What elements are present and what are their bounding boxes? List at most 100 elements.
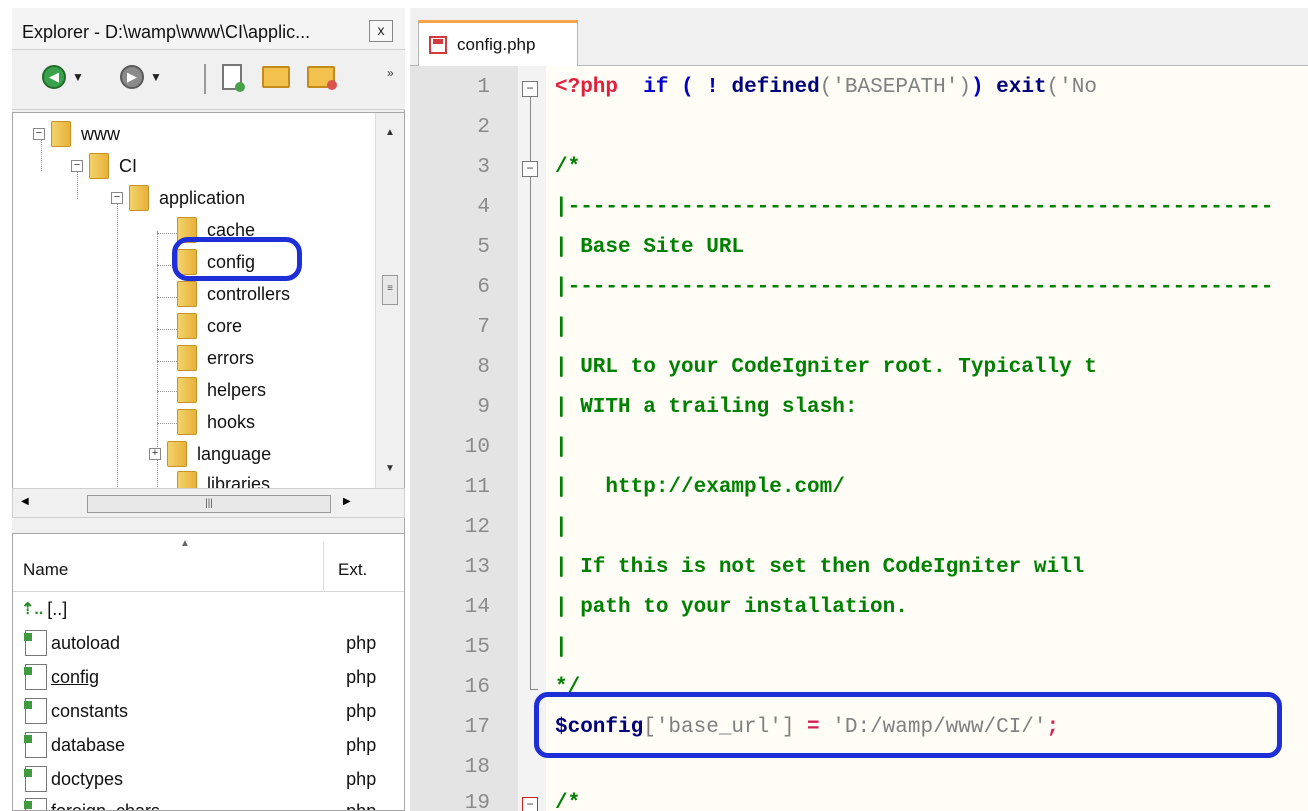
tree-item-controllers[interactable]: controllers (177, 279, 290, 309)
code-line-15: | (555, 636, 568, 659)
folder-icon (129, 185, 149, 211)
function-exit: exit (996, 76, 1047, 99)
back-button[interactable]: ◀ ▼ (42, 62, 84, 92)
tree-item-label: core (207, 315, 243, 336)
tree-item-label: CI (119, 155, 137, 176)
php-file-icon (24, 798, 47, 810)
file-ext: php (346, 700, 377, 721)
tree-item-language[interactable]: + language (149, 439, 271, 469)
folder-open-button[interactable] (307, 62, 337, 92)
column-header-ext[interactable]: Ext. (338, 560, 367, 580)
folder-open-icon (307, 66, 337, 90)
string-arg: ('BASEPATH') (819, 76, 971, 99)
code-line-7: | (555, 316, 568, 339)
expand-icon[interactable]: + (149, 448, 161, 460)
fold-toggle-icon[interactable]: − (522, 81, 538, 97)
code-line-10: | (555, 436, 568, 459)
list-item[interactable]: database php (13, 728, 404, 762)
line-number: 1 (477, 76, 490, 99)
code-line-11: | http://example.com/ (555, 476, 845, 499)
php-file-icon (24, 630, 47, 656)
code-line-3: /* (555, 156, 581, 179)
list-item[interactable]: config php (13, 660, 404, 694)
new-folder-button[interactable] (262, 62, 290, 92)
file-ext: php (346, 800, 377, 811)
paren: ( ! (681, 76, 719, 99)
tree-item-label: hooks (207, 411, 256, 432)
code-line-4: |---------------------------------------… (555, 196, 1274, 219)
fold-toggle-icon[interactable]: − (522, 797, 538, 811)
tab-label: config.php (457, 34, 536, 54)
line-number: 10 (464, 436, 490, 459)
file-ext: php (346, 666, 377, 687)
tree-item-www[interactable]: − www (33, 119, 120, 149)
forward-button[interactable]: ▶ ▼ (120, 62, 162, 92)
paren: ) (970, 76, 984, 99)
php-file-icon (24, 766, 47, 792)
column-divider[interactable] (323, 542, 324, 592)
explorer-titlebar: Explorer - D:\wamp\www\CI\applic... x (12, 8, 405, 50)
fold-toggle-icon[interactable]: − (522, 161, 538, 177)
line-number: 5 (477, 236, 490, 259)
file-ext: php (346, 632, 377, 653)
tree-item-helpers[interactable]: helpers (177, 375, 266, 405)
line-number: 3 (477, 156, 490, 179)
column-header-name[interactable]: Name (23, 560, 68, 580)
tree-item-errors[interactable]: errors (177, 343, 254, 373)
list-item[interactable]: constants php (13, 694, 404, 728)
scroll-right-icon[interactable]: ▶ (343, 496, 351, 507)
tree-item-application[interactable]: − application (111, 183, 245, 213)
line-number: 2 (477, 116, 490, 139)
scroll-left-icon[interactable]: ◀ (21, 496, 29, 507)
new-file-button[interactable] (222, 62, 245, 92)
code-line-19: /* (555, 792, 581, 811)
line-number: 17 (464, 716, 490, 739)
tree-item-ci[interactable]: − CI (71, 151, 137, 181)
collapse-icon[interactable]: − (111, 192, 123, 204)
tree-item-label: language (197, 443, 272, 464)
line-number: 14 (464, 596, 490, 619)
scroll-down-icon[interactable]: ▼ (385, 463, 395, 474)
line-number: 19 (464, 792, 490, 811)
tree-item-label: www (81, 123, 120, 144)
file-name: [..] (47, 598, 68, 619)
close-button[interactable]: x (369, 20, 393, 42)
line-number: 12 (464, 516, 490, 539)
list-item[interactable]: autoload php (13, 626, 404, 660)
file-name: config (50, 666, 99, 687)
folder-icon (177, 345, 197, 371)
keyword-if: if (643, 76, 669, 99)
collapse-icon[interactable]: − (71, 160, 83, 172)
list-item[interactable]: foreign_chars php (13, 794, 404, 811)
code-line-14: | path to your installation. (555, 596, 908, 619)
list-item[interactable]: doctypes php (13, 762, 404, 796)
scroll-up-icon[interactable]: ▲ (385, 127, 395, 138)
file-name: database (50, 734, 126, 755)
code-line-13: | If this is not set then CodeIgniter wi… (555, 556, 1085, 579)
sort-ascending-icon: ▲ (180, 538, 190, 549)
chevron-down-icon[interactable]: ▼ (150, 70, 162, 84)
line-number: 18 (464, 756, 490, 779)
collapse-icon[interactable]: − (33, 128, 45, 140)
editor-tabbar: config.php (410, 8, 1308, 66)
tree-item-hooks[interactable]: hooks (177, 407, 255, 437)
tab-config-php[interactable]: config.php (418, 20, 578, 66)
php-file-icon (24, 732, 47, 758)
toolbar-overflow-button[interactable]: » (387, 66, 394, 80)
line-number: 6 (477, 276, 490, 299)
line-number: 11 (464, 476, 490, 499)
file-name: autoload (50, 632, 121, 653)
highlight-config-folder (172, 237, 302, 281)
scroll-thumb[interactable]: ≡ (382, 275, 398, 305)
chevron-down-icon[interactable]: ▼ (72, 70, 84, 84)
code-line-9: | WITH a trailing slash: (555, 396, 858, 419)
tree-vertical-scrollbar[interactable]: ▲ ≡ ▼ (375, 113, 404, 491)
highlight-base-url-line (534, 692, 1282, 758)
back-arrow-icon: ◀ (42, 65, 66, 89)
list-item-parent[interactable]: ⇡.. [..] (13, 592, 404, 626)
code-line-5: | Base Site URL (555, 236, 745, 259)
code-line-6: |---------------------------------------… (555, 276, 1274, 299)
tree-item-core[interactable]: core (177, 311, 242, 341)
scroll-thumb[interactable]: ||| (87, 495, 331, 513)
tree-horizontal-scrollbar[interactable]: ◀ ||| ▶ (12, 488, 405, 518)
